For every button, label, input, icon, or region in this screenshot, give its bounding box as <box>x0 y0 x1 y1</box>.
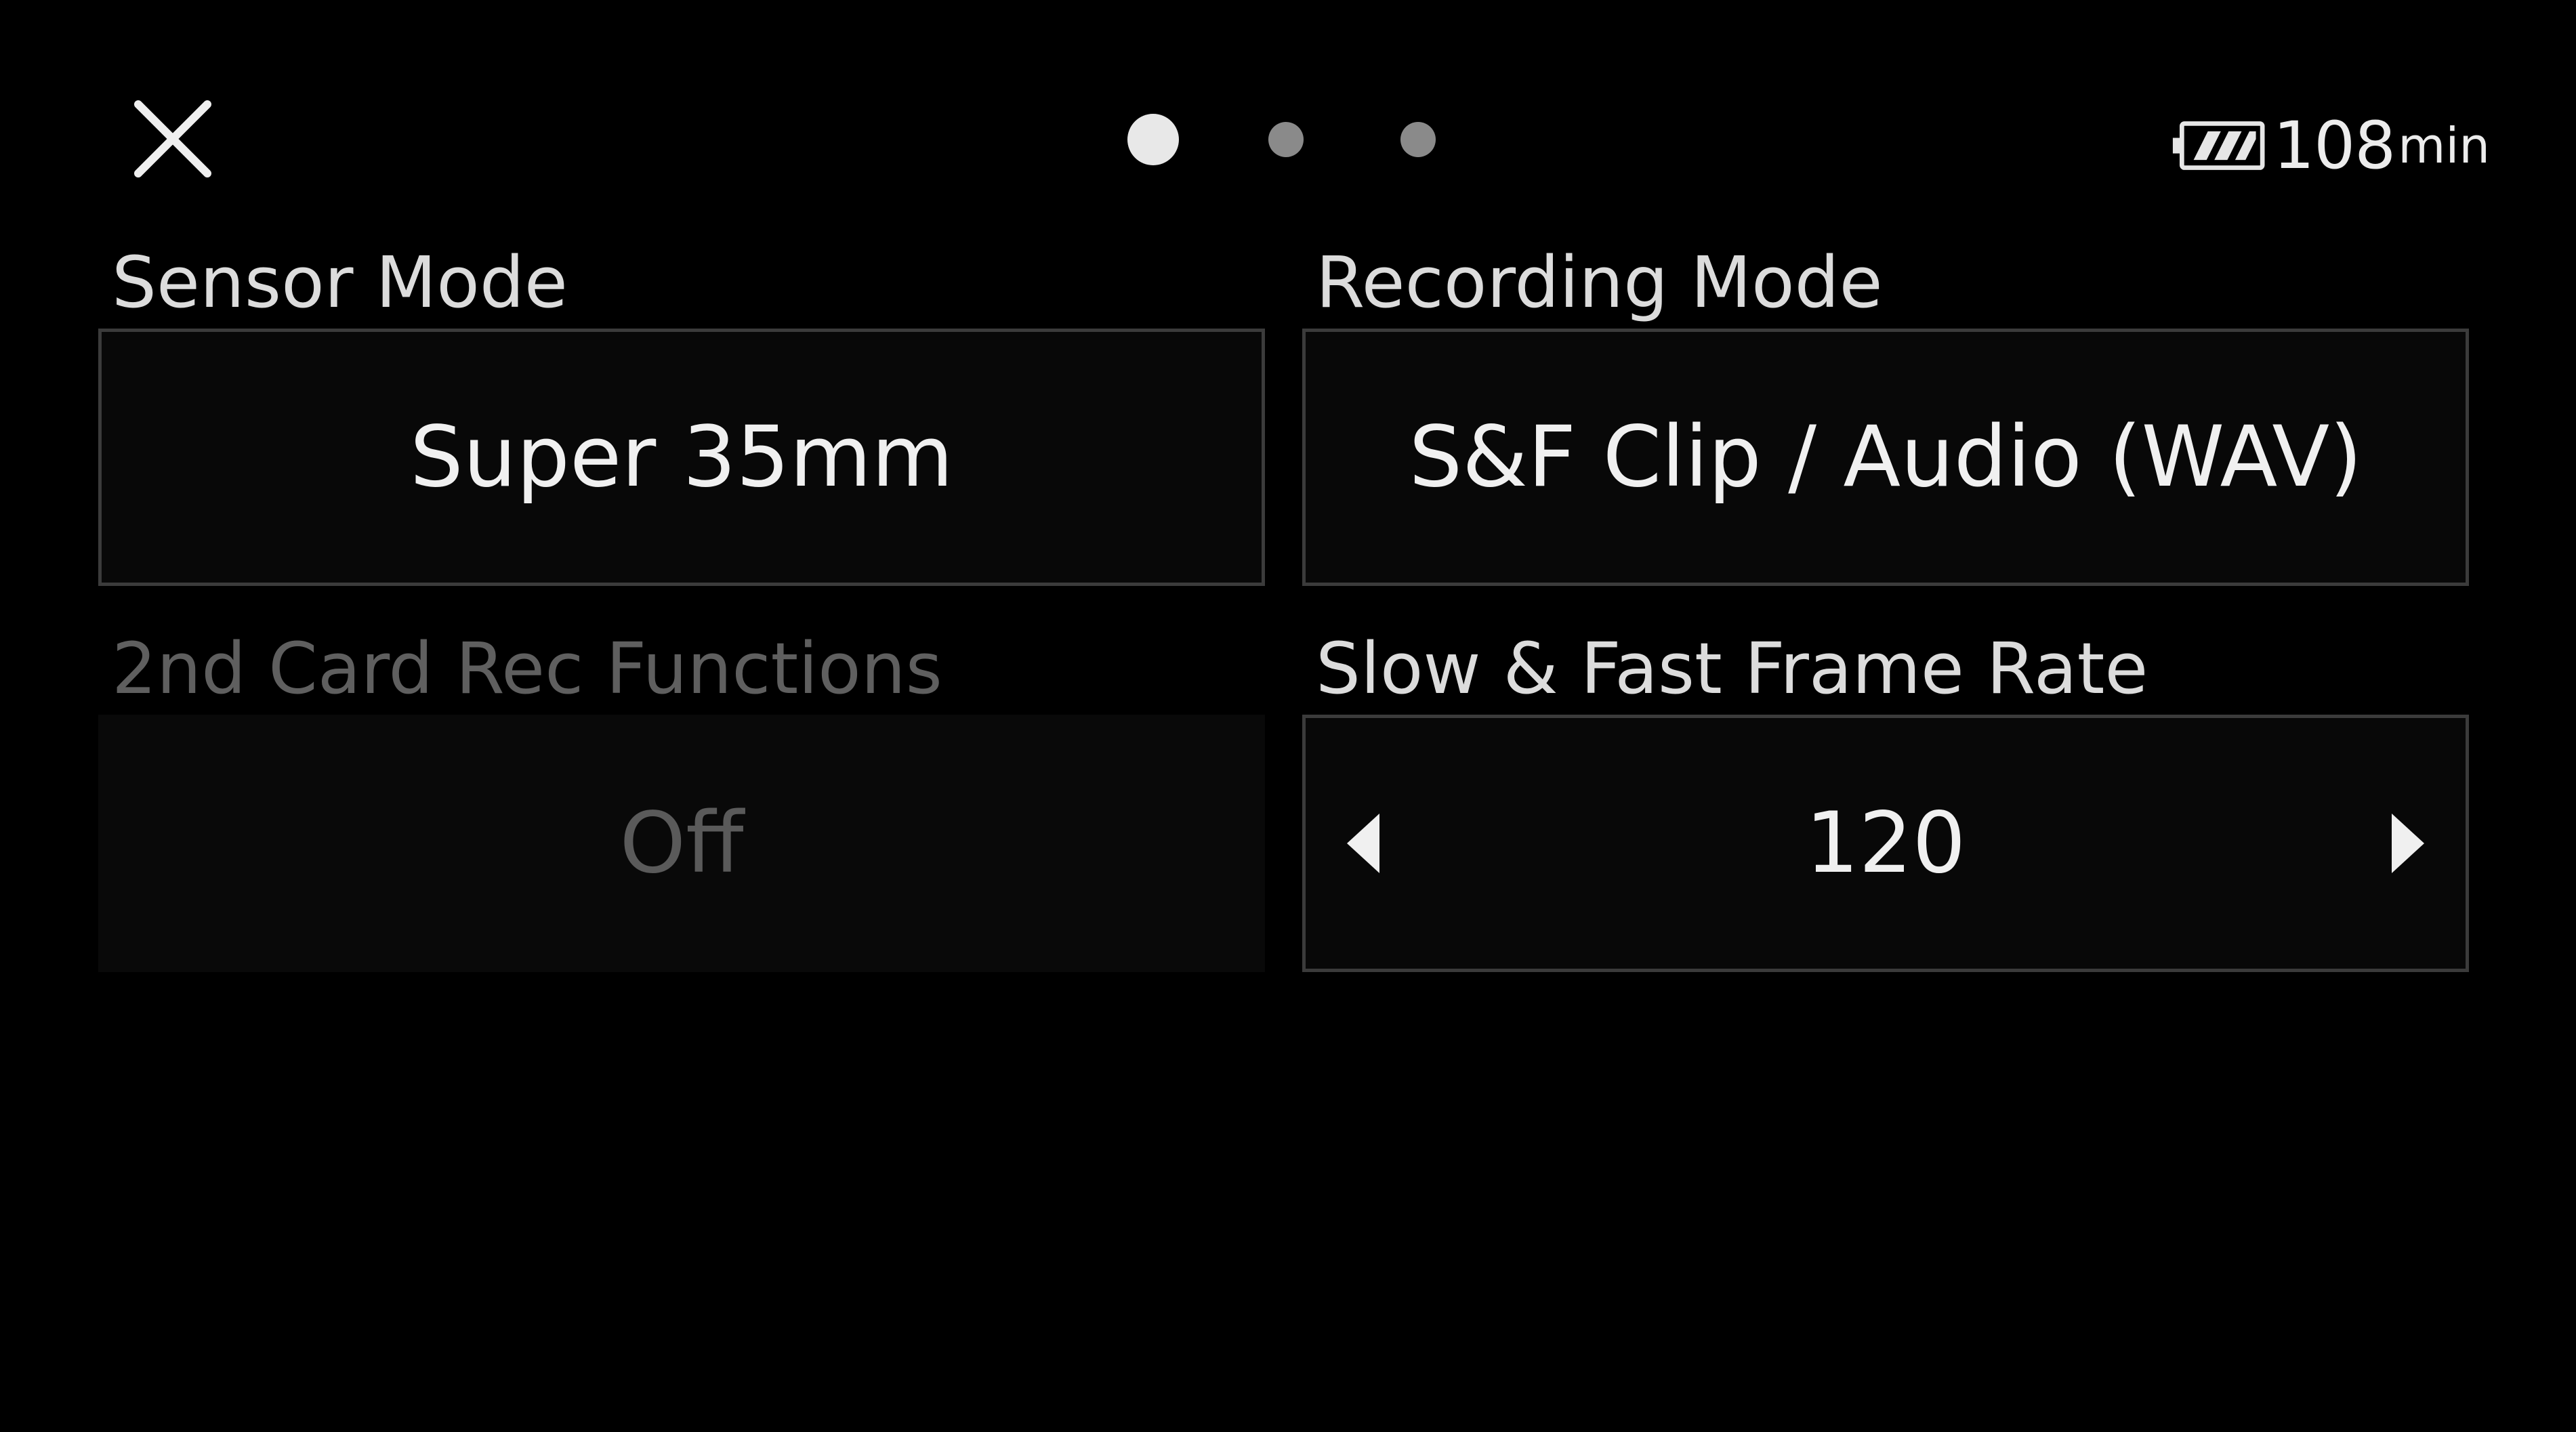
battery-icon <box>2172 121 2265 170</box>
second-card-rec-value: Off <box>619 795 744 892</box>
recording-mode-button[interactable]: S&F Clip / Audio (WAV) <box>1302 329 2469 586</box>
close-icon <box>134 100 211 177</box>
battery-minutes: 108 <box>2272 108 2396 184</box>
battery-unit: min <box>2398 117 2490 174</box>
page-dot-2[interactable] <box>1268 122 1304 157</box>
slow-fast-frame-rate-control[interactable]: 120 <box>1302 715 2469 972</box>
frame-rate-decrement-button[interactable] <box>1326 799 1400 887</box>
second-card-rec-button: Off <box>98 715 1265 972</box>
page-indicator <box>1118 108 1443 169</box>
triangle-right-icon <box>2392 814 2424 873</box>
close-button[interactable] <box>129 95 217 183</box>
sensor-mode-value: Super 35mm <box>409 408 954 506</box>
recording-mode-value: S&F Clip / Audio (WAV) <box>1409 408 2363 506</box>
battery-status: 108 min <box>2172 102 2490 190</box>
page-dot-3[interactable] <box>1400 122 1436 157</box>
page-dot-1[interactable] <box>1127 114 1179 165</box>
frame-rate-increment-button[interactable] <box>2371 799 2445 887</box>
sensor-mode-label: Sensor Mode <box>112 241 568 324</box>
second-card-rec-label: 2nd Card Rec Functions <box>112 627 942 710</box>
recording-mode-label: Recording Mode <box>1316 241 1883 324</box>
sensor-mode-button[interactable]: Super 35mm <box>98 329 1265 586</box>
frame-rate-value: 120 <box>1805 795 1966 892</box>
triangle-left-icon <box>1347 814 1379 873</box>
slow-fast-frame-rate-label: Slow & Fast Frame Rate <box>1316 627 2148 710</box>
